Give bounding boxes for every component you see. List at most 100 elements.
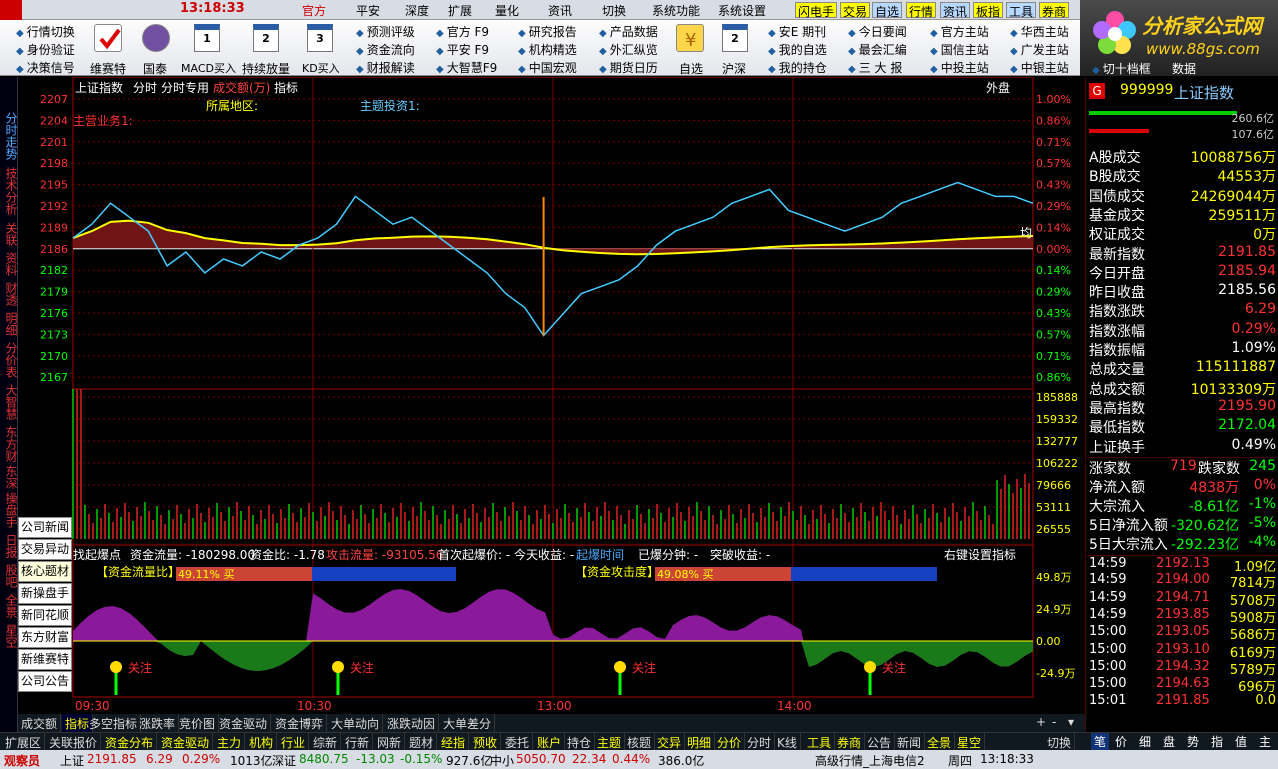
detail-tab-2[interactable]: 细 <box>1139 733 1151 750</box>
menu-quant[interactable]: 量化 <box>495 2 519 19</box>
quick-sector-index[interactable]: 板指 <box>973 2 1004 19</box>
left-tab-11[interactable]: 日报 <box>1 531 18 561</box>
left-tab-0[interactable]: 分时走势 <box>1 109 18 163</box>
quick-broker[interactable]: 券商 <box>1039 2 1070 19</box>
quick-news[interactable]: 资讯 <box>940 2 971 19</box>
bottom-tab-8[interactable]: 行新 <box>342 733 374 751</box>
news-trade-alert[interactable]: 交易异动 <box>18 539 72 560</box>
tool-guangfa-site[interactable]: ◆ 广发主站 <box>1010 41 1069 58</box>
bottom-tab-27[interactable]: 全景 <box>924 733 956 751</box>
left-tab-7[interactable]: 大智慧 <box>1 381 18 423</box>
left-tab-8[interactable]: 东方财 <box>1 423 18 465</box>
news-announcement[interactable]: 公司公告 <box>18 671 72 692</box>
left-tab-6[interactable]: 分价表 <box>1 339 18 381</box>
bottom-tab-10[interactable]: 题材 <box>406 733 438 751</box>
menu-extend[interactable]: 扩展 <box>448 2 472 19</box>
tool-hushen[interactable]: 沪深 <box>722 60 746 77</box>
bottom-tab-4[interactable]: 主力 <box>214 733 246 751</box>
detail-tab-5[interactable]: 指 <box>1211 733 1223 750</box>
calendar-icon[interactable]: 1 <box>194 24 220 52</box>
tool-sustained-volume[interactable]: 持续放量 <box>242 60 290 77</box>
indicator-tab-2[interactable]: 多空指标 <box>86 714 142 732</box>
tool-zhongtou-site[interactable]: ◆ 中投主站 <box>930 59 989 76</box>
news-new-ths[interactable]: 新同花顺 <box>18 605 72 626</box>
left-tab-5[interactable]: 明细 <box>1 309 18 339</box>
tool-official-site[interactable]: ◆ 官方主站 <box>930 23 989 40</box>
switch-button[interactable]: 切换 <box>1044 733 1076 751</box>
tool-weisaite[interactable]: 维赛特 <box>90 60 126 77</box>
menu-pingan[interactable]: 平安 <box>356 2 380 19</box>
tool-identity-verify[interactable]: ◆ 身份验证 <box>16 41 75 58</box>
menu-system-func[interactable]: 系统功能 <box>652 2 700 19</box>
bottom-tab-24[interactable]: 券商 <box>834 733 866 751</box>
news-company[interactable]: 公司新闻 <box>18 517 72 538</box>
bottom-tab-22[interactable]: K线 <box>774 733 801 751</box>
quick-tools[interactable]: 工具 <box>1006 2 1037 19</box>
detail-tab-7[interactable]: 主 <box>1259 733 1271 750</box>
tool-fx-overview[interactable]: ◆ 外汇纵览 <box>599 41 658 58</box>
bottom-tab-28[interactable]: 星空 <box>954 733 986 751</box>
tool-report-interpret[interactable]: ◆ 财报解读 <box>356 59 415 76</box>
menu-switch[interactable]: 切换 <box>602 2 626 19</box>
intraday-chart[interactable]: 上证指数 分时 分时专用 成交额(万) 指标 外盘所属地区: 主题投资1:主营业务1:220… <box>18 77 1085 717</box>
detail-tab-1[interactable]: 价 <box>1115 733 1127 750</box>
bottom-tab-19[interactable]: 明细 <box>684 733 716 751</box>
indicator-tab-3[interactable]: 涨跌率 <box>136 714 180 732</box>
indicator-tab-0[interactable]: 成交额 <box>18 714 62 732</box>
yen-icon[interactable]: ¥ <box>676 24 704 52</box>
tool-futures-calendar[interactable]: ◆ 期货日历 <box>599 59 658 76</box>
quick-watchlist[interactable]: 自选 <box>872 2 903 19</box>
bottom-tab-0[interactable]: 扩展区 <box>2 733 46 751</box>
tool-data[interactable]: 数据 <box>1172 60 1196 77</box>
zoom-in-button[interactable]: + <box>1036 715 1046 729</box>
tool-ane-journal[interactable]: ◆ 安E 期刊 <box>768 23 826 40</box>
bottom-tab-18[interactable]: 交异 <box>654 733 686 751</box>
quick-quotes[interactable]: 行情 <box>906 2 937 19</box>
tool-my-watchlist[interactable]: ◆ 我的自选 <box>768 41 827 58</box>
tool-forecast-rating[interactable]: ◆ 预测评级 <box>356 23 415 40</box>
left-tab-4[interactable]: 财透 <box>1 279 18 309</box>
tool-decision-signal[interactable]: ◆ 决策信号 <box>16 59 75 76</box>
tool-institution-pick[interactable]: ◆ 机构精选 <box>518 41 577 58</box>
menu-news[interactable]: 资讯 <box>548 2 572 19</box>
server-name[interactable]: 高级行情_上海电信2 <box>815 752 925 769</box>
tool-watchlist[interactable]: 自选 <box>679 60 703 77</box>
tool-my-holdings[interactable]: ◆ 我的持仓 <box>768 59 827 76</box>
indicator-tab-7[interactable]: 大单动向 <box>328 714 384 732</box>
bottom-tab-13[interactable]: 委托 <box>502 733 534 751</box>
quick-flash-trade[interactable]: 闪电手 <box>795 2 838 19</box>
detail-tab-0[interactable]: 笔 <box>1091 733 1110 750</box>
calendar-icon[interactable]: 3 <box>307 24 333 52</box>
bottom-tab-15[interactable]: 持仓 <box>564 733 596 751</box>
tool-official-f9[interactable]: ◆ 官方 F9 <box>436 23 489 40</box>
scroll-down-button[interactable]: ▾ <box>1068 715 1074 729</box>
left-tab-10[interactable]: 操盘手 <box>1 489 18 531</box>
guotai-icon[interactable] <box>142 24 170 52</box>
indicator-tab-8[interactable]: 涨跌动因 <box>384 714 440 732</box>
indicator-tab-6[interactable]: 资金博弈 <box>272 714 328 732</box>
calendar-icon[interactable]: 2 <box>722 24 748 52</box>
indicator-tab-4[interactable]: 竞价图 <box>176 714 220 732</box>
bottom-tab-2[interactable]: 资金分布 <box>102 733 158 751</box>
bottom-tab-26[interactable]: 新闻 <box>894 733 926 751</box>
tool-research-report[interactable]: ◆ 研究报告 <box>518 23 577 40</box>
bottom-tab-5[interactable]: 机构 <box>246 733 278 751</box>
bottom-tab-7[interactable]: 综新 <box>310 733 342 751</box>
quick-trade[interactable]: 交易 <box>840 2 871 19</box>
detail-tab-6[interactable]: 值 <box>1235 733 1247 750</box>
tool-daily-news[interactable]: ◆ 今日要闻 <box>848 23 907 40</box>
left-tab-14[interactable]: 星空 <box>1 621 18 651</box>
tool-china-macro[interactable]: ◆ 中国宏观 <box>518 59 577 76</box>
detail-tab-3[interactable]: 盘 <box>1163 733 1175 750</box>
left-tab-3[interactable]: 资料 <box>1 249 18 279</box>
brand-url[interactable]: www.88gs.com <box>1146 40 1260 58</box>
menu-official[interactable]: 官方 <box>302 2 326 19</box>
left-tab-12[interactable]: 股吧 <box>1 561 18 591</box>
left-tab-13[interactable]: 全景 <box>1 591 18 621</box>
bottom-tab-3[interactable]: 资金驱动 <box>158 733 214 751</box>
bottom-tab-1[interactable]: 关联报价 <box>46 733 102 751</box>
calendar-icon[interactable]: 2 <box>253 24 279 52</box>
tool-pingan-f9[interactable]: ◆ 平安 F9 <box>436 41 489 58</box>
tool-macd-buy[interactable]: MACD买入 <box>181 60 236 76</box>
indicator-tab-5[interactable]: 资金驱动 <box>216 714 272 732</box>
